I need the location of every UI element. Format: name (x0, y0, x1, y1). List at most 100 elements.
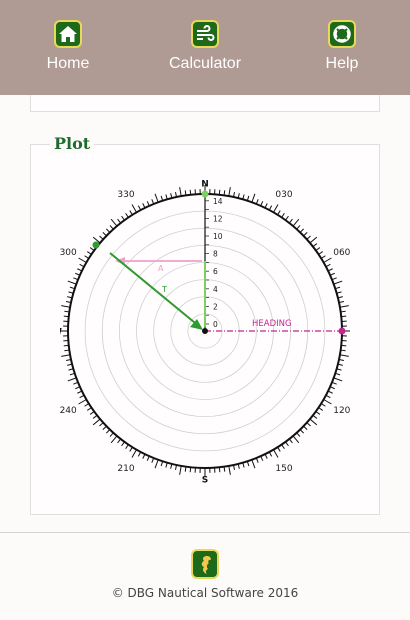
true-wind-vector (109, 252, 201, 328)
compass-tick (318, 251, 324, 255)
compass-tick (288, 438, 293, 444)
range-label: 2 (213, 302, 218, 311)
cardinal-label-s: S (202, 476, 208, 486)
compass-tick (165, 462, 168, 468)
compass-tick (165, 194, 168, 200)
compass-tick (92, 418, 101, 426)
compass-tick (340, 310, 346, 313)
compass-tick (117, 438, 122, 444)
bearing-label: 030 (275, 190, 292, 200)
nav-calculator-label: Calculator (168, 55, 242, 72)
compass-tick (125, 212, 129, 218)
bearing-label: 330 (117, 190, 134, 200)
compass-tick (154, 193, 159, 203)
compass-tick (277, 210, 281, 216)
compass-tick (63, 344, 69, 347)
footer-divider (0, 532, 410, 533)
compass-tick (102, 231, 107, 237)
compass-tick (228, 465, 231, 475)
cardinal-label-w: W (60, 328, 62, 338)
compass-tick (184, 466, 187, 472)
compass-tick (77, 268, 83, 272)
range-label: 8 (213, 250, 218, 259)
compass-tick (179, 187, 182, 197)
compass-tick (121, 215, 125, 221)
compass-tick (285, 215, 289, 221)
range-label: 0 (213, 320, 218, 329)
nav-calculator[interactable]: Calculator (150, 20, 260, 73)
compass-tick (264, 203, 268, 209)
range-label: 14 (213, 197, 223, 206)
home-icon (54, 20, 82, 48)
compass-tick (299, 429, 305, 434)
compass-tick (341, 315, 347, 318)
compass-tick (327, 268, 333, 272)
compass-tick (228, 187, 231, 197)
compass-tick (129, 210, 133, 216)
apparent-wind-label: A (158, 264, 164, 273)
compass-tick (84, 403, 90, 407)
compass-tick (264, 453, 268, 459)
previous-panel (30, 95, 380, 112)
compass-tick (306, 422, 311, 427)
compass-tick (86, 407, 92, 411)
compass-tick (315, 247, 321, 251)
compass-tick (75, 386, 81, 390)
compass-tick (184, 190, 187, 196)
compass-tick (131, 449, 137, 458)
copyright-text: © DBG Nautical Software 2016 (111, 586, 299, 600)
compass-tick (296, 432, 301, 437)
compass-tick (117, 218, 122, 224)
compass-tick (89, 247, 95, 251)
compass-tick (339, 305, 349, 308)
compass-tick (303, 231, 308, 237)
compass-tick (109, 225, 114, 230)
compass-tick (281, 212, 285, 218)
compass-tick (306, 235, 311, 240)
nav-home[interactable]: Home (13, 20, 123, 73)
compass-tick (189, 467, 192, 473)
compass-tick (61, 305, 71, 308)
compass-tick (292, 435, 300, 444)
plot-title: Plot (50, 134, 95, 153)
compass-tick (99, 422, 104, 427)
compass-tick (309, 418, 318, 426)
bearing-label: 120 (333, 406, 350, 416)
compass-tick (218, 467, 221, 473)
true-wind-marker (92, 241, 100, 249)
compass-tick (268, 205, 273, 211)
compass-tick (336, 291, 342, 294)
compass-tick (84, 255, 90, 259)
compass-tick (131, 204, 137, 213)
compass-tick (77, 390, 83, 394)
range-label: 6 (213, 267, 218, 276)
compass-tick (325, 394, 331, 399)
compass-tick (137, 205, 142, 211)
compass-tick (251, 193, 256, 203)
wind-icon (191, 20, 219, 48)
compass-tick (99, 235, 104, 240)
nav-help[interactable]: Help (287, 20, 397, 73)
cardinal-label-n: N (201, 180, 209, 190)
compass-tick (105, 429, 111, 434)
compass-tick (323, 257, 332, 263)
compass-tick (340, 349, 346, 352)
compass-tick (78, 257, 87, 263)
compass-tick (154, 459, 159, 469)
compass-tick (336, 368, 342, 371)
compass-tick (146, 201, 150, 207)
compass-tick (142, 453, 146, 459)
compass-tick (67, 377, 77, 382)
compass-tick (78, 399, 87, 405)
true-wind-label: T (161, 285, 167, 294)
compass-tick (285, 441, 289, 447)
compass-tick (260, 201, 264, 207)
lifebuoy-icon (328, 20, 356, 48)
compass-tick (309, 236, 318, 244)
range-label: 10 (213, 232, 223, 241)
compass-tick (251, 459, 256, 469)
compass-tick (312, 243, 318, 248)
heading-marker (338, 327, 346, 335)
compass-tick (325, 263, 331, 268)
boat-marker-top (201, 190, 209, 198)
